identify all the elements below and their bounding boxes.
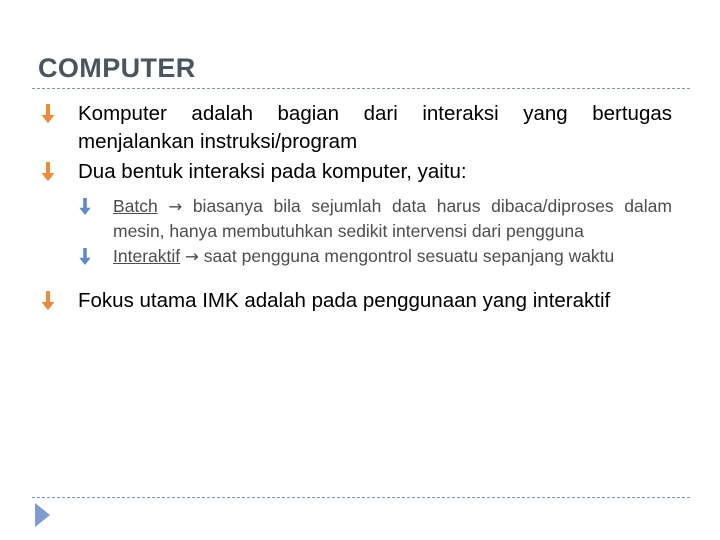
sub-list-item-body: saat pengguna mengontrol sesuatu sepanja… xyxy=(203,246,615,266)
sub-list-item-text: Batch → biasanya bila sejumlah data haru… xyxy=(113,194,672,243)
list-item-text: Komputer adalah bagian dari interaksi ya… xyxy=(78,102,672,153)
down-arrow-icon xyxy=(40,104,56,124)
list-item-text: Dua bentuk interaksi pada komputer, yait… xyxy=(78,160,467,183)
sub-list-item-term: Batch xyxy=(113,196,158,216)
sub-list-item-body: biasanya bila sejumlah data harus dibaca… xyxy=(113,196,672,241)
right-arrow-icon: → xyxy=(185,247,199,266)
list-item-text: Fokus utama IMK adalah pada penggunaan y… xyxy=(78,289,611,312)
sub-list: Batch → biasanya bila sejumlah data haru… xyxy=(0,194,720,269)
down-arrow-icon xyxy=(40,291,56,311)
next-slide-triangle-icon[interactable] xyxy=(35,503,50,527)
title-divider-dashed-line xyxy=(32,88,690,89)
footer-divider-dashed-line xyxy=(32,497,690,498)
down-arrow-icon xyxy=(40,162,56,182)
list-item: Komputer adalah bagian dari interaksi ya… xyxy=(0,100,720,156)
list-item: Dua bentuk interaksi pada komputer, yait… xyxy=(0,158,720,186)
sub-list-item: Batch → biasanya bila sejumlah data haru… xyxy=(78,194,672,243)
down-arrow-icon xyxy=(78,198,92,216)
sub-list-item-term: Interaktif xyxy=(113,246,181,266)
list-item: Fokus utama IMK adalah pada penggunaan y… xyxy=(0,287,720,315)
sub-list-item: Interaktif → saat pengguna mengontrol se… xyxy=(78,244,672,269)
down-arrow-icon xyxy=(78,248,92,266)
page-title: COMPUTER xyxy=(38,53,196,83)
right-arrow-icon: → xyxy=(168,197,183,216)
slide-canvas: COMPUTER Komputer adalah bagian dari int… xyxy=(0,0,720,540)
sub-list-item-text: Interaktif → saat pengguna mengontrol se… xyxy=(113,244,672,269)
slide-body: Komputer adalah bagian dari interaksi ya… xyxy=(0,100,720,317)
